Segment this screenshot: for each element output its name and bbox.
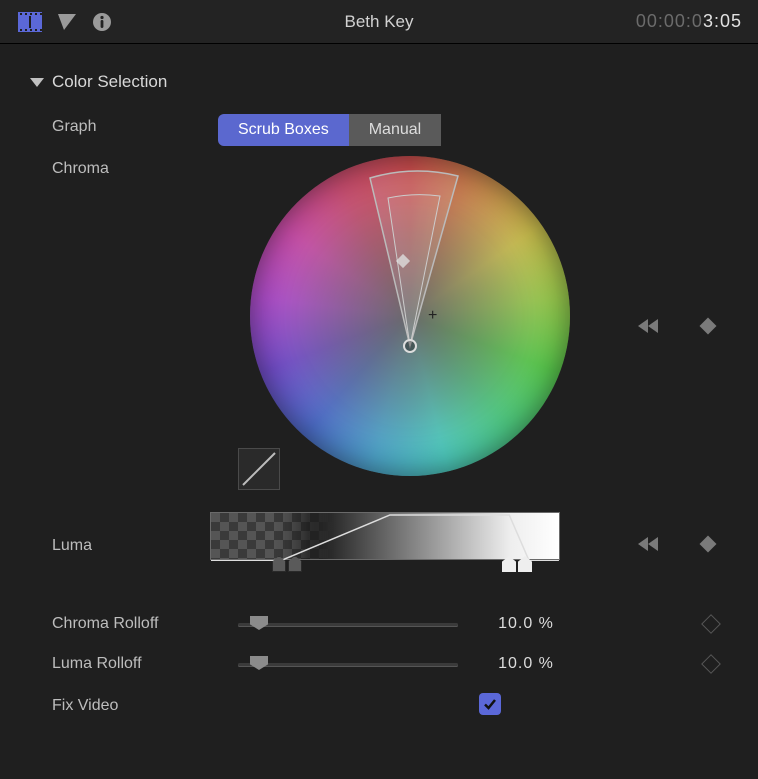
row-luma-rolloff: Luma Rolloff 10.0 % [30,644,728,684]
reset-to-previous-keyframe-icon[interactable] [638,316,664,336]
section-title-label: Color Selection [52,72,167,92]
label-chroma-rolloff: Chroma Rolloff [30,615,220,633]
label-chroma: Chroma [30,156,200,496]
luma-rolloff-keyframe-icon[interactable] [701,654,721,674]
filmstrip-icon[interactable] [18,12,42,32]
inspector-body: Color Selection Graph Scrub Boxes Manual… [0,44,758,734]
fix-video-checkbox[interactable] [479,693,501,715]
chroma-wheel-cell: + [210,156,610,496]
chroma-rolloff-keyframe-icon[interactable] [701,614,721,634]
timecode-active: 3:05 [703,11,742,31]
seg-scrub-boxes[interactable]: Scrub Boxes [218,114,349,146]
plus-icon: + [428,310,437,322]
luma-rolloff-slider[interactable] [238,654,458,674]
chroma-color-wheel[interactable] [250,156,570,476]
checkmark-icon [482,696,498,712]
row-fix-video: Fix Video [30,684,728,724]
row-luma: Luma [30,512,728,576]
info-icon[interactable] [92,12,112,32]
section-color-selection[interactable]: Color Selection [30,72,728,92]
chroma-rolloff-slider[interactable] [238,614,458,634]
disclosure-triangle-icon[interactable] [30,78,44,87]
inspector-panel: Beth Key 00:00:03:05 Color Selection Gra… [0,0,758,779]
chroma-curve-well[interactable] [238,448,280,490]
luma-strip[interactable] [210,512,570,576]
row-chroma-rolloff: Chroma Rolloff 10.0 % [30,604,728,644]
label-graph: Graph [30,114,200,136]
chroma-rolloff-value[interactable]: 10.0 % [476,615,576,633]
row-chroma: Chroma + [30,156,728,496]
row-graph: Graph Scrub Boxes Manual [30,114,728,146]
label-luma-rolloff: Luma Rolloff [30,655,220,673]
timecode: 00:00:03:05 [636,11,742,32]
inspector-header: Beth Key 00:00:03:05 [0,0,758,44]
chroma-center-handle[interactable] [403,339,417,353]
luma-gradient [211,513,559,559]
label-fix-video: Fix Video [30,693,220,715]
effects-triangle-icon[interactable] [56,12,78,32]
luma-add-keyframe-icon[interactable] [698,534,718,554]
timecode-leading: 00:00:0 [636,11,703,31]
seg-manual[interactable]: Manual [349,114,441,146]
luma-rolloff-value[interactable]: 10.0 % [476,655,576,673]
luma-keyframe-controls [580,534,728,554]
label-luma: Luma [30,533,200,555]
graph-mode-segmented: Scrub Boxes Manual [218,114,548,146]
add-keyframe-icon[interactable] [698,316,718,336]
chroma-keyframe-controls [620,156,728,496]
luma-reset-keyframe-icon[interactable] [638,534,664,554]
